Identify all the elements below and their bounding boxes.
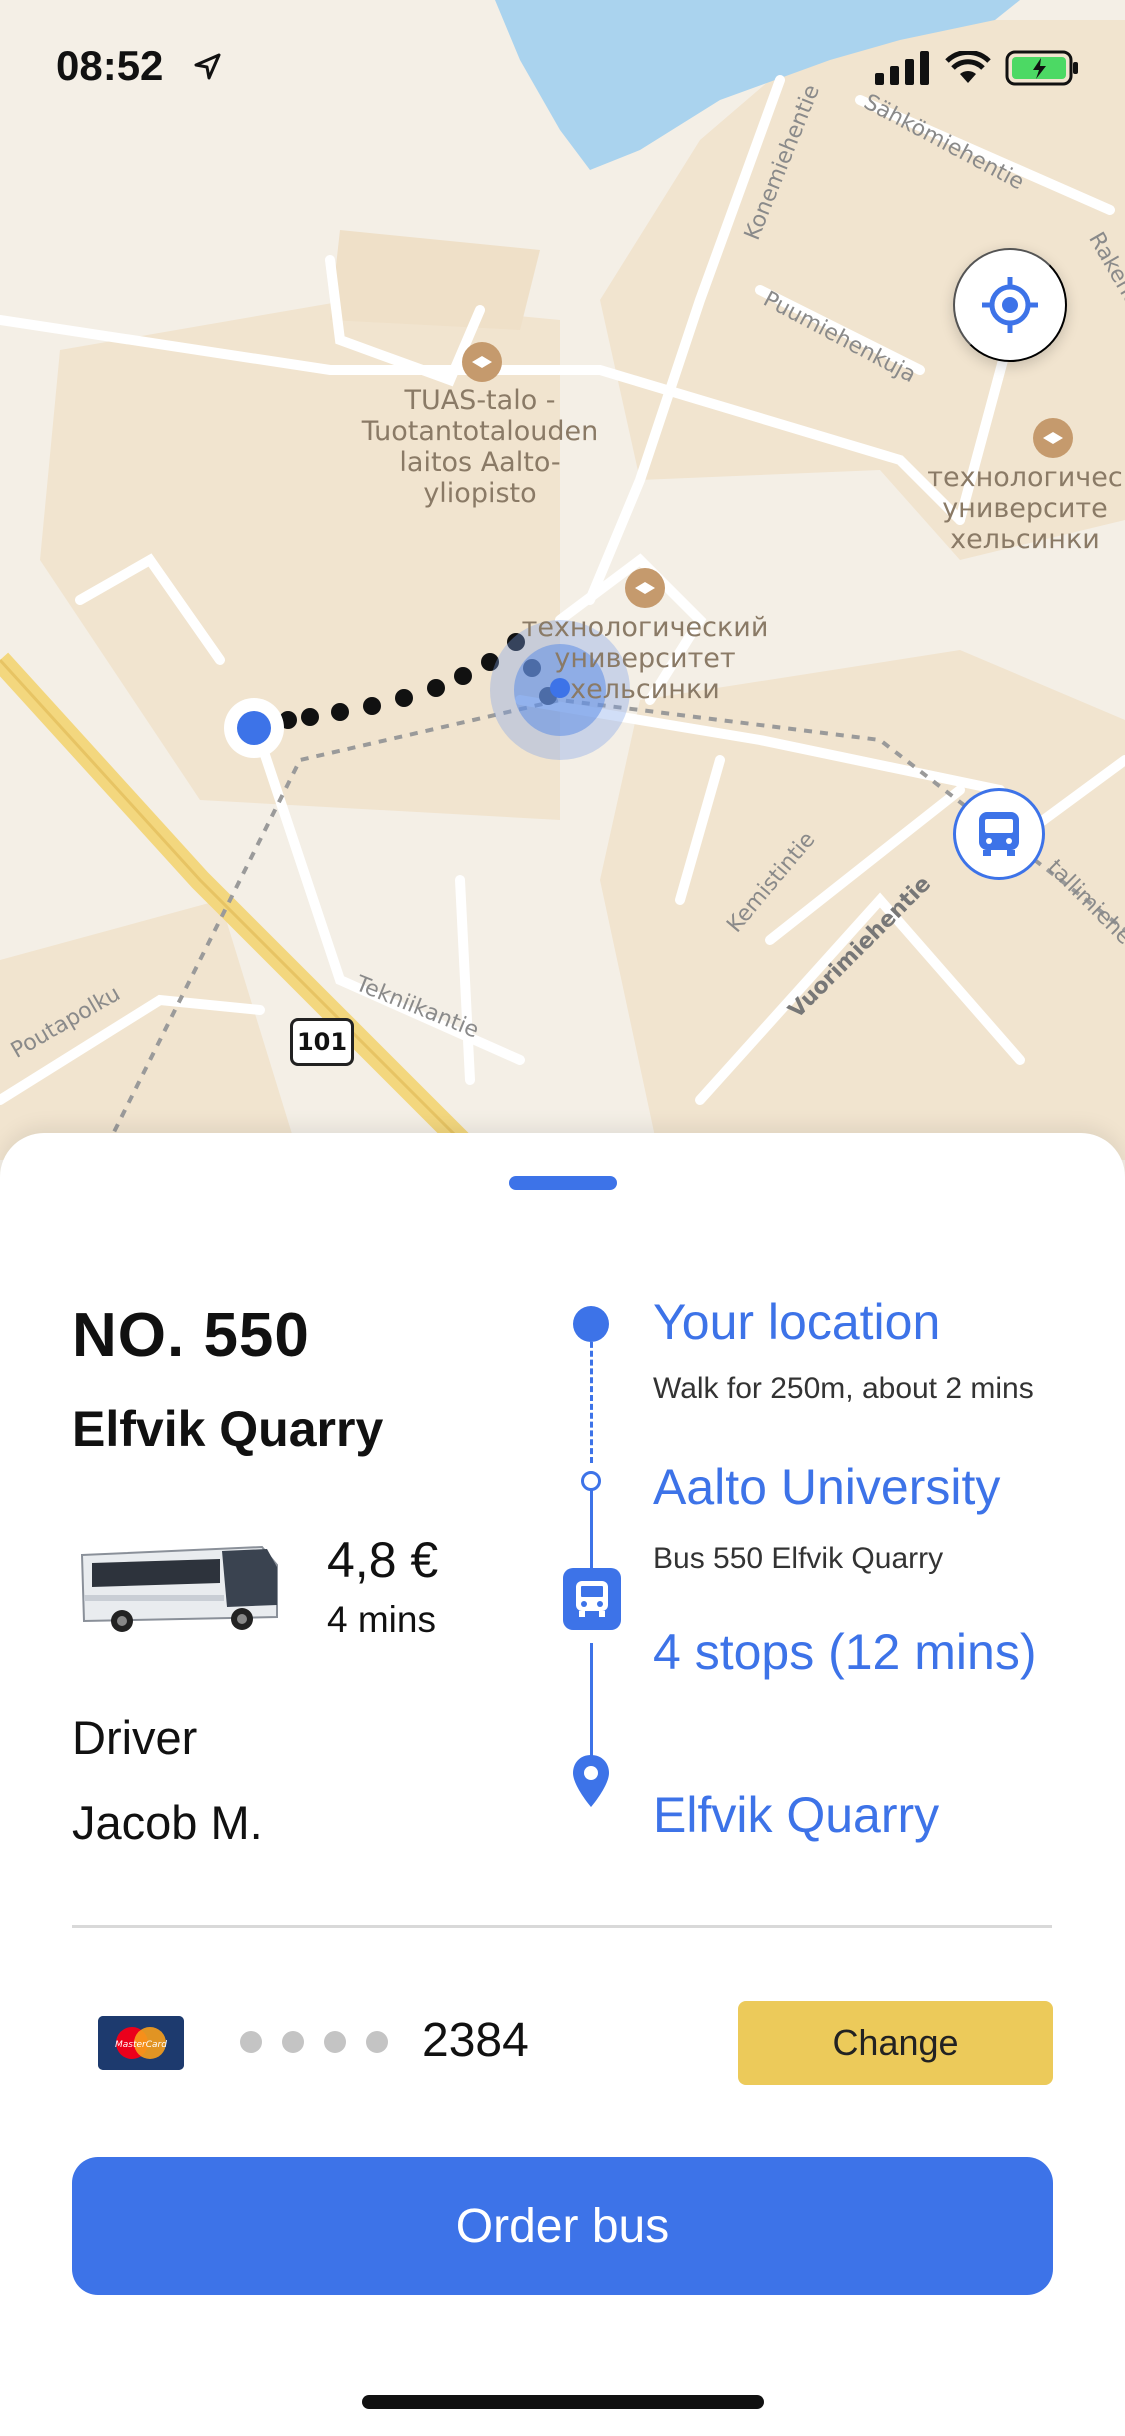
trip-details-sheet: NO. 550 Elfvik Quarry 4,8 € 4 mins Drive… — [0, 1133, 1125, 2436]
signal-icon — [875, 51, 929, 85]
order-bus-button[interactable]: Order bus — [72, 2157, 1053, 2295]
route-number: NO. 550 — [72, 1301, 310, 1370]
map-place-label: технологический университет хельсинки — [521, 612, 769, 706]
card-brand-text: MasterCard — [115, 2040, 167, 2050]
trip-duration: 4 mins — [327, 1599, 436, 1640]
route-destination: Elfvik Quarry — [72, 1401, 384, 1457]
driver-name: Jacob M. — [72, 1796, 263, 1849]
mask-dot — [240, 2031, 262, 2053]
fare-price: 4,8 € — [327, 1532, 439, 1588]
status-bar: 08:52 — [0, 0, 1125, 140]
wifi-icon — [945, 51, 991, 83]
bus-icon — [563, 1568, 621, 1630]
sheet-drag-handle[interactable] — [509, 1176, 617, 1190]
timeline-boarding-stop: Aalto University — [653, 1459, 1001, 1515]
stop-dot-icon — [581, 1471, 601, 1491]
status-icons — [875, 50, 1081, 86]
card-masked-digits — [240, 2031, 388, 2053]
driver-label: Driver — [72, 1711, 198, 1764]
status-time: 08:52 — [56, 42, 164, 89]
crosshair-icon — [982, 277, 1038, 333]
map-view[interactable]: TUAS-talo - Tuotantotalouden laitos Aalt… — [0, 0, 1125, 1168]
home-indicator[interactable] — [362, 2395, 764, 2409]
walk-segment — [590, 1333, 593, 1463]
map-place-label: TUAS-talo - Tuotantotalouden laitos Aalt… — [361, 385, 599, 510]
bus-stop-marker[interactable] — [953, 788, 1045, 880]
divider — [72, 1925, 1052, 1928]
battery-charging-icon — [1005, 50, 1078, 86]
mastercard-icon: MasterCard — [98, 2016, 184, 2070]
location-arrow-icon — [194, 53, 221, 80]
mask-dot — [366, 2031, 388, 2053]
route-timeline: Your location Walk for 250m, about 2 min… — [560, 1293, 1080, 1893]
timeline-destination: Elfvik Quarry — [653, 1787, 940, 1843]
bus-icon — [979, 812, 1019, 856]
timeline-stops-count: 4 stops (12 mins) — [653, 1624, 1037, 1680]
destination-pin-icon — [573, 1755, 609, 1807]
card-last-four: 2384 — [422, 2014, 529, 2067]
mask-dot — [324, 2031, 346, 2053]
map-canvas — [0, 0, 1125, 1168]
change-payment-button[interactable]: Change — [738, 2001, 1053, 2085]
locate-me-button[interactable] — [953, 248, 1067, 362]
timeline-boarding-detail: Bus 550 Elfvik Quarry — [653, 1542, 944, 1575]
map-place-label: технологичес университе хельсинки — [927, 462, 1123, 556]
timeline-origin-detail: Walk for 250m, about 2 mins — [653, 1372, 1034, 1405]
bus-image — [80, 1545, 278, 1632]
route-number-badge: 101 — [290, 1018, 354, 1066]
mask-dot — [282, 2031, 304, 2053]
timeline-origin: Your location — [653, 1294, 941, 1350]
start-dot-icon — [573, 1306, 609, 1342]
